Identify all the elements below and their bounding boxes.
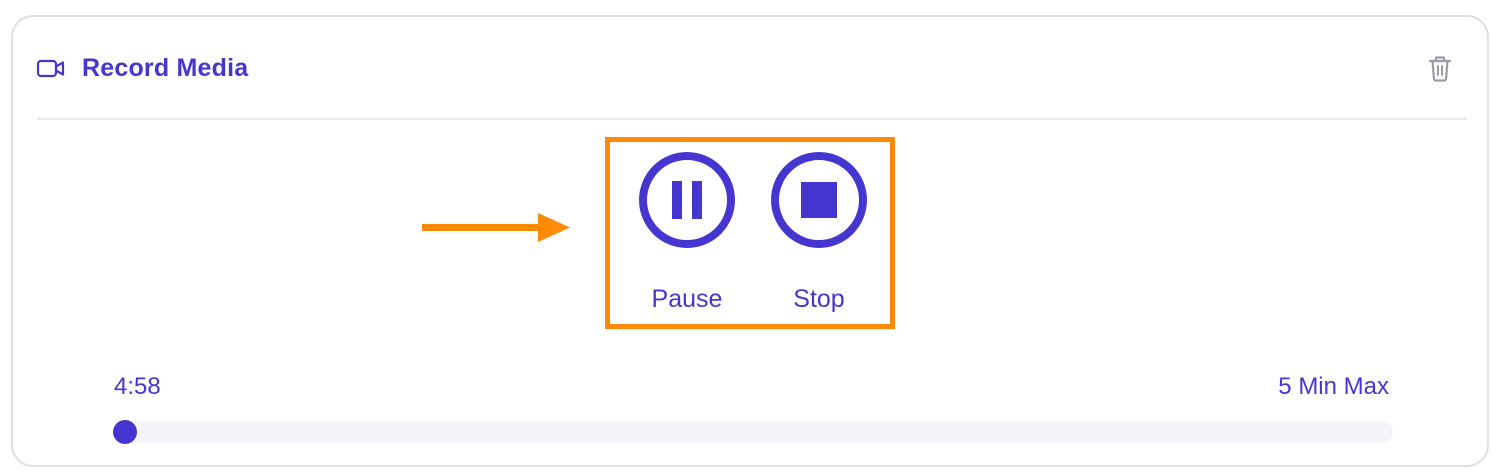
- header-divider: [37, 118, 1467, 120]
- pause-button[interactable]: [637, 150, 737, 250]
- recording-progress-bar[interactable]: [113, 420, 1393, 444]
- card-title: Record Media: [82, 54, 249, 82]
- card-header: Record Media: [13, 17, 1487, 120]
- elapsed-time: 4:58: [114, 373, 161, 400]
- stop-label[interactable]: Stop: [759, 285, 879, 314]
- max-duration-label: 5 Min Max: [1278, 373, 1389, 400]
- record-media-card: Record Media Pause Stop 4:58 5 Min Max: [11, 15, 1489, 467]
- progress-knob[interactable]: [113, 420, 137, 444]
- arrow-right-icon: [420, 212, 572, 244]
- trash-icon[interactable]: [1427, 55, 1453, 83]
- video-camera-icon: [36, 57, 66, 81]
- pause-label[interactable]: Pause: [627, 285, 747, 314]
- stop-icon: [771, 152, 867, 248]
- pause-icon: [639, 152, 735, 248]
- stop-button[interactable]: [769, 150, 869, 250]
